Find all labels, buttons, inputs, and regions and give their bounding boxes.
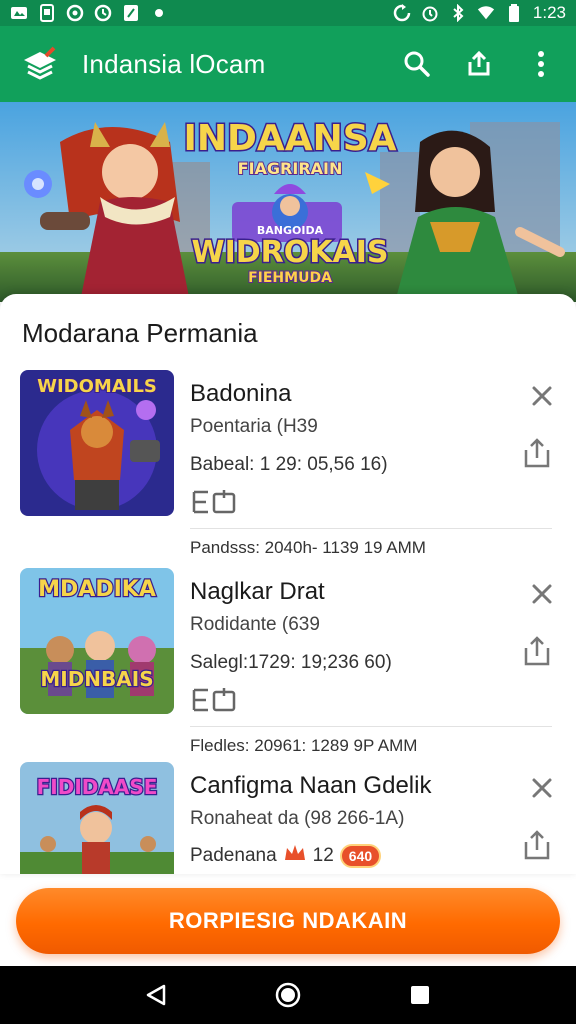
primary-action-button[interactable]: RORPIESIG NDAKAIN bbox=[16, 888, 560, 954]
divider bbox=[190, 726, 552, 727]
thumb-title: FIDIDAASE bbox=[37, 775, 158, 799]
dot-icon bbox=[150, 4, 168, 22]
game-card[interactable]: MDADIKA MIDNBAIS Naglkar Drat Rodidante … bbox=[0, 568, 576, 758]
status-bar: 1:23 bbox=[0, 0, 576, 26]
price-row: Padenana 12 640 bbox=[190, 842, 382, 870]
coin-badge: 640 bbox=[339, 844, 382, 868]
banner-headline: INDAANSA bbox=[183, 118, 396, 159]
app-logo-icon[interactable] bbox=[18, 42, 62, 86]
status-right-icons: 1:23 bbox=[393, 3, 566, 23]
game-meta: Babeal: 1 29: 05,56 16) bbox=[190, 454, 388, 475]
game-footer: Fledles: 20961: 1289 9P AMM bbox=[190, 736, 418, 755]
game-thumbnail[interactable]: FIDIDAASE bbox=[20, 762, 174, 874]
search-icon[interactable] bbox=[400, 47, 434, 81]
game-tag-icon[interactable] bbox=[190, 686, 238, 714]
game-name: Naglkar Drat bbox=[190, 578, 325, 605]
price-label: Padenana bbox=[190, 845, 277, 866]
recents-icon[interactable] bbox=[405, 980, 435, 1010]
thumb-title: MDADIKA bbox=[38, 577, 156, 602]
banner-subtitle2: FIEHMUDA bbox=[248, 270, 332, 286]
game-card[interactable]: WIDOMAILS Badonina Poentaria (H39 Babeal… bbox=[0, 370, 576, 560]
game-name: Canfigma Naan Gdelik bbox=[190, 772, 432, 799]
sim-icon bbox=[38, 4, 56, 22]
sync-icon bbox=[393, 4, 411, 22]
game-card[interactable]: FIDIDAASE Canfigma Naan Gdelik Ronaheat … bbox=[0, 762, 576, 874]
banner-subheadline: FIAGRIRAIN bbox=[238, 159, 343, 178]
alarm-icon bbox=[421, 4, 439, 22]
game-thumbnail[interactable]: MDADIKA MIDNBAIS bbox=[20, 568, 174, 714]
app-bar-actions bbox=[400, 47, 558, 81]
more-vert-icon[interactable] bbox=[524, 47, 558, 81]
bluetooth-icon bbox=[449, 4, 467, 22]
game-tag-icon[interactable] bbox=[190, 488, 238, 516]
game-footer: Pandsss: 2040h- 1139 19 AMM bbox=[190, 538, 426, 557]
divider bbox=[190, 528, 552, 529]
promo-banner[interactable]: INDAANSA FIAGRIRAIN BANGOIDA WIDROKAIS F… bbox=[0, 102, 576, 302]
dismiss-icon[interactable] bbox=[530, 582, 554, 606]
circle-icon bbox=[66, 4, 84, 22]
share-icon[interactable] bbox=[522, 830, 554, 864]
banner-title2: WIDROKAIS bbox=[192, 235, 389, 270]
system-nav-bar bbox=[0, 966, 576, 1024]
share-icon[interactable] bbox=[522, 438, 554, 472]
battery-icon bbox=[505, 4, 523, 22]
thumb-title: WIDOMAILS bbox=[37, 376, 157, 397]
wifi-icon bbox=[477, 4, 495, 22]
content-sheet: Modarana Permania WIDOMAILS Badonina Poe… bbox=[0, 294, 576, 874]
home-icon[interactable] bbox=[273, 980, 303, 1010]
share-icon[interactable] bbox=[462, 47, 496, 81]
circle-icon bbox=[94, 4, 112, 22]
share-icon[interactable] bbox=[522, 636, 554, 670]
game-subtitle: Ronaheat da (98 266-1A) bbox=[190, 808, 405, 829]
dismiss-icon[interactable] bbox=[530, 384, 554, 408]
game-meta: Salegl:1729: 19;236 60) bbox=[190, 652, 392, 673]
game-thumbnail[interactable]: WIDOMAILS bbox=[20, 370, 174, 516]
crown-icon bbox=[283, 842, 307, 870]
back-icon[interactable] bbox=[141, 980, 171, 1010]
dismiss-icon[interactable] bbox=[530, 776, 554, 800]
status-left-icons bbox=[10, 4, 168, 22]
status-time: 1:23 bbox=[532, 3, 566, 22]
game-subtitle: Poentaria (H39 bbox=[190, 416, 318, 437]
app-bar: Indansia lOcam bbox=[0, 26, 576, 102]
app-title: Indansia lOcam bbox=[82, 48, 266, 79]
section-title: Modarana Permania bbox=[22, 318, 258, 348]
notification-icon bbox=[10, 4, 28, 22]
game-name: Badonina bbox=[190, 380, 292, 407]
app-icon bbox=[122, 4, 140, 22]
thumb-subtitle: MIDNBAIS bbox=[40, 667, 153, 691]
game-subtitle: Rodidante (639 bbox=[190, 614, 320, 635]
price-value: 12 bbox=[312, 845, 334, 866]
